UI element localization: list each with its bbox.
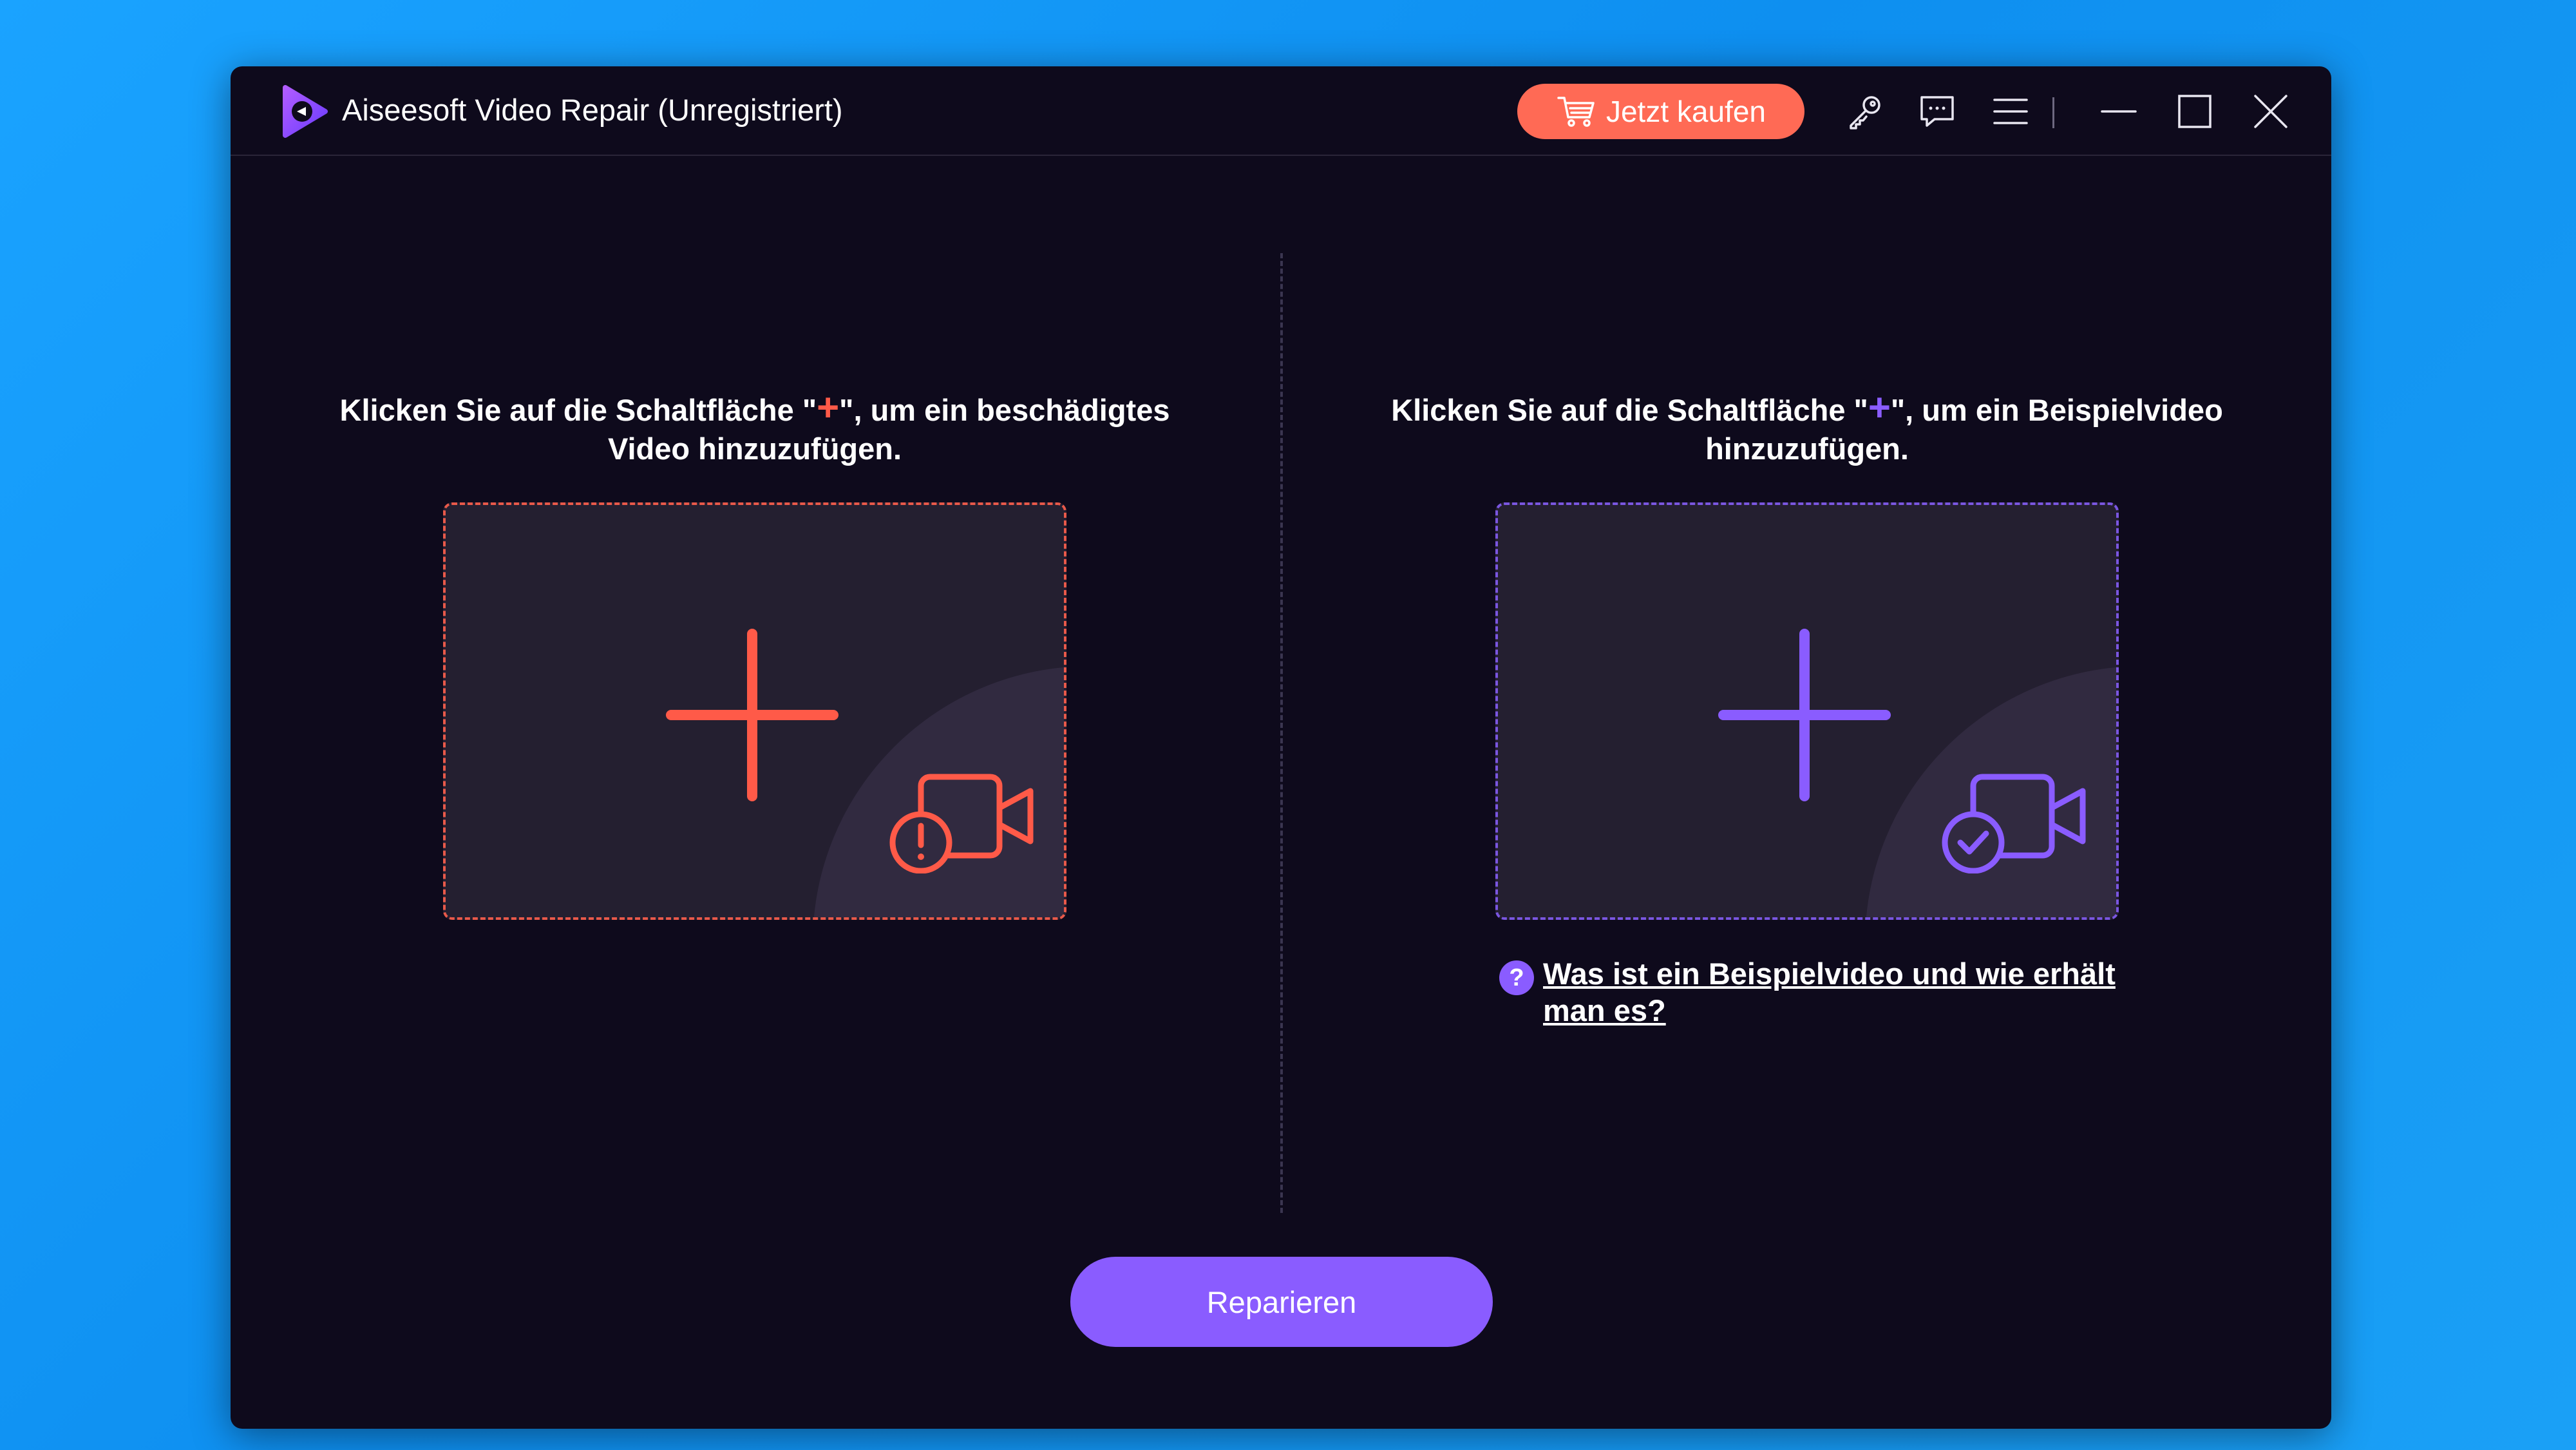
add-corrupted-video-dropzone[interactable] bbox=[443, 502, 1066, 920]
repair-button[interactable]: Reparieren bbox=[1070, 1257, 1493, 1347]
app-window: Aiseesoft Video Repair (Unregistriert) J… bbox=[231, 66, 2331, 1429]
corrupted-video-camera-icon bbox=[889, 774, 1034, 873]
buy-now-label: Jetzt kaufen bbox=[1605, 95, 1766, 128]
feedback-icon[interactable] bbox=[1918, 92, 1956, 131]
maximize-icon[interactable] bbox=[2175, 92, 2214, 131]
add-sample-video-dropzone[interactable] bbox=[1495, 502, 2119, 920]
app-title: Aiseesoft Video Repair (Unregistriert) bbox=[342, 93, 843, 127]
panel-divider bbox=[1280, 253, 1283, 1213]
app-logo-icon bbox=[283, 85, 328, 138]
plus-glyph: + bbox=[1868, 386, 1891, 429]
add-plus-icon bbox=[1718, 629, 1891, 801]
corrupted-video-instruction: Klicken Sie auf die Schaltfläche "+", um… bbox=[304, 388, 1206, 468]
title-bar-separator bbox=[2052, 97, 2054, 128]
title-bar: Aiseesoft Video Repair (Unregistriert) J… bbox=[231, 66, 2331, 156]
sample-video-help: ? Was ist ein Beispielvideo und wie erhä… bbox=[1499, 955, 2143, 1029]
sample-video-help-link[interactable]: Was ist ein Beispielvideo und wie erhält… bbox=[1543, 955, 2143, 1029]
close-icon[interactable] bbox=[2251, 92, 2290, 131]
instruction-text-start: Klicken Sie auf die Schaltfläche " bbox=[1391, 393, 1868, 427]
menu-icon[interactable] bbox=[1991, 92, 2030, 131]
cart-icon bbox=[1557, 97, 1595, 127]
plus-glyph: + bbox=[817, 386, 840, 429]
key-icon[interactable] bbox=[1846, 92, 1884, 131]
buy-now-button[interactable]: Jetzt kaufen bbox=[1517, 84, 1804, 139]
instruction-text-start: Klicken Sie auf die Schaltfläche " bbox=[339, 393, 817, 427]
minimize-icon[interactable] bbox=[2099, 92, 2138, 131]
sample-video-camera-icon bbox=[1942, 774, 2086, 873]
sample-video-instruction: Klicken Sie auf die Schaltfläche "+", um… bbox=[1356, 388, 2258, 468]
add-plus-icon bbox=[666, 629, 838, 801]
help-question-icon[interactable]: ? bbox=[1499, 960, 1534, 995]
